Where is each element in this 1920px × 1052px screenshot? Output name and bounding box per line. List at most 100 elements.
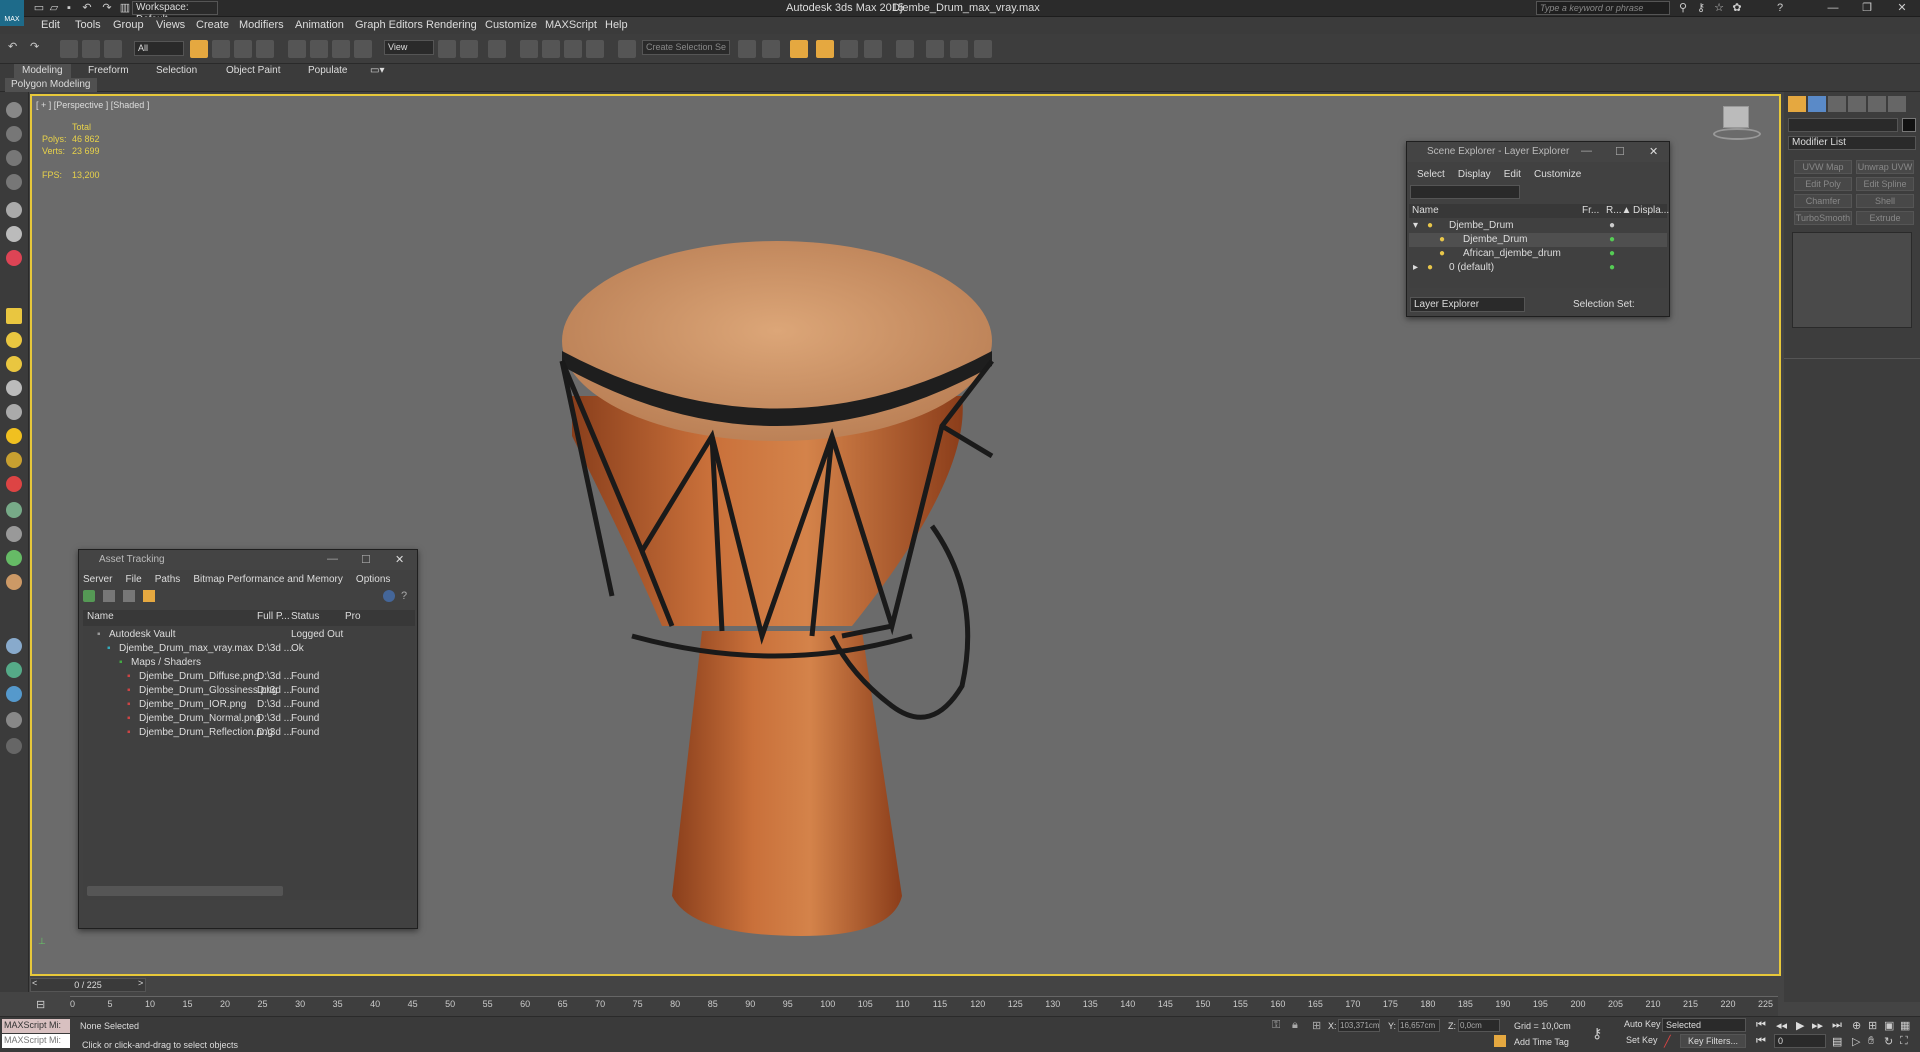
asset-tracking-minimize-icon[interactable]: —: [327, 553, 338, 565]
create-icon[interactable]: [6, 126, 22, 142]
star-icon[interactable]: ☆: [1712, 1, 1726, 15]
modifier-list-dropdown[interactable]: Modifier List: [1788, 136, 1916, 150]
unlink-icon[interactable]: [82, 40, 100, 58]
key-filters-button[interactable]: Key Filters...: [1680, 1034, 1746, 1048]
col-pro[interactable]: Pro: [345, 610, 361, 624]
explorer-type-dropdown[interactable]: Layer Explorer: [1410, 297, 1525, 312]
col-display[interactable]: Displa...: [1633, 204, 1669, 218]
tree-row[interactable]: ● African_djembe_drum ●: [1409, 247, 1667, 261]
menu-rendering[interactable]: Rendering: [426, 19, 477, 31]
turbosmooth-button[interactable]: TurboSmooth: [1794, 211, 1852, 225]
maxscript-listener[interactable]: MAXScript Mi:: [2, 1019, 70, 1033]
tab-modeling[interactable]: Modeling: [14, 64, 71, 78]
render-toggle-icon[interactable]: ●: [1609, 247, 1615, 261]
list-view-icon[interactable]: [103, 590, 115, 602]
tab-populate[interactable]: Populate: [300, 64, 355, 78]
menu-maxscript[interactable]: MAXScript: [545, 19, 597, 31]
time-config-icon[interactable]: ▤: [1832, 1035, 1842, 1048]
at-help-icon[interactable]: ?: [401, 590, 407, 602]
go-to-start-icon[interactable]: ⏮: [1756, 1019, 1766, 1032]
chamfer-button[interactable]: Chamfer: [1794, 194, 1852, 208]
open-file-icon[interactable]: ▱: [47, 1, 61, 15]
shell-button[interactable]: Shell: [1856, 194, 1914, 208]
col-status[interactable]: Status: [291, 610, 319, 624]
time-slider-next-icon[interactable]: >: [138, 978, 143, 988]
viewcube[interactable]: [1713, 106, 1761, 142]
tab-object-paint[interactable]: Object Paint: [218, 64, 288, 78]
add-time-tag[interactable]: Add Time Tag: [1514, 1037, 1569, 1047]
new-file-icon[interactable]: ▭: [32, 1, 46, 15]
maxscript-input[interactable]: MAXScript Mi:: [2, 1034, 70, 1048]
menu-help[interactable]: Help: [605, 19, 628, 31]
menu-create[interactable]: Create: [196, 19, 229, 31]
key-mode-icon[interactable]: ⏮: [1756, 1035, 1766, 1048]
render-setup-icon[interactable]: [926, 40, 944, 58]
asset-row[interactable]: ▪ Djembe_Drum_Glossiness.png D:\3d ... F…: [83, 684, 415, 698]
help-icon[interactable]: ?: [1773, 1, 1787, 15]
rendered-frame-icon[interactable]: [950, 40, 968, 58]
plant-icon[interactable]: [6, 550, 22, 566]
menu-edit[interactable]: Edit: [41, 19, 60, 31]
current-frame-field[interactable]: 0: [1774, 1034, 1826, 1048]
object-color-swatch[interactable]: [1902, 118, 1916, 132]
scene-explorer-maximize-icon[interactable]: ☐: [1615, 145, 1625, 158]
binoculars-icon[interactable]: ⚲: [1676, 1, 1690, 15]
prev-frame-icon[interactable]: ◂◂: [1776, 1019, 1787, 1032]
key-mode-dropdown[interactable]: Selected: [1662, 1018, 1746, 1032]
utilities-tab-icon[interactable]: [1888, 96, 1906, 112]
at-menu-server[interactable]: Server: [83, 574, 112, 585]
modify-icon[interactable]: [6, 150, 22, 166]
asset-row[interactable]: ▪ Maps / Shaders: [83, 656, 415, 670]
asset-row[interactable]: ▪ Autodesk Vault Logged Out ...: [83, 628, 415, 642]
bulb-icon[interactable]: ●: [1439, 233, 1445, 247]
spinner-snap-icon[interactable]: [586, 40, 604, 58]
play-icon[interactable]: ▶: [1796, 1019, 1804, 1032]
menu-modifiers[interactable]: Modifiers: [239, 19, 284, 31]
col-render[interactable]: R...▲: [1606, 204, 1631, 218]
save-icon[interactable]: ▪: [62, 1, 76, 15]
thumbnail-view-icon[interactable]: [123, 590, 135, 602]
pivot-center-icon[interactable]: [438, 40, 456, 58]
render-icon[interactable]: [6, 662, 22, 678]
zoom-extents-all-icon[interactable]: ▦: [1900, 1019, 1910, 1032]
hierarchy-tab-icon[interactable]: [1828, 96, 1846, 112]
lock-icon[interactable]: ⚿: [1272, 1019, 1280, 1032]
se-menu-select[interactable]: Select: [1417, 169, 1445, 180]
app-logo[interactable]: MAX: [0, 0, 24, 26]
expand-icon[interactable]: ▸: [1413, 261, 1418, 275]
rectangular-selection-icon[interactable]: [234, 40, 252, 58]
window-crossing-icon[interactable]: [256, 40, 274, 58]
workspace-dropdown[interactable]: Workspace: Default: [132, 1, 218, 25]
cylinder-icon[interactable]: [6, 356, 22, 372]
display-tab-icon[interactable]: [1868, 96, 1886, 112]
teapot-icon[interactable]: [6, 380, 22, 396]
manipulate-icon[interactable]: [460, 40, 478, 58]
object-name-field[interactable]: [1788, 118, 1898, 132]
tab-selection[interactable]: Selection: [148, 64, 205, 78]
scene-explorer-close-icon[interactable]: ✕: [1649, 145, 1658, 158]
edit-named-selection-icon[interactable]: [618, 40, 636, 58]
time-tag-icon[interactable]: [1494, 1035, 1506, 1047]
key-filter-icon[interactable]: ╱: [1664, 1035, 1671, 1048]
ribbon-toggle-icon[interactable]: [816, 40, 834, 58]
viewport-label[interactable]: [ + ] [Perspective ] [Shaded ]: [36, 100, 149, 110]
sphere-icon[interactable]: [6, 332, 22, 348]
motion-tab-icon[interactable]: [1848, 96, 1866, 112]
curve-editor-mini-icon[interactable]: ⊟: [36, 998, 45, 1011]
material-editor-icon[interactable]: [896, 40, 914, 58]
display-icon[interactable]: [6, 226, 22, 242]
mirror-icon[interactable]: [738, 40, 756, 58]
at-menu-bitmap[interactable]: Bitmap Performance and Memory: [193, 574, 343, 585]
percent-snap-icon[interactable]: [564, 40, 582, 58]
helper-icon[interactable]: [6, 476, 22, 492]
djembe-drum-model[interactable]: [512, 176, 1152, 1016]
motion-icon[interactable]: [6, 202, 22, 218]
camera-icon[interactable]: [6, 686, 22, 702]
extrude-button[interactable]: Extrude: [1856, 211, 1914, 225]
menu-views[interactable]: Views: [156, 19, 185, 31]
hierarchy-icon[interactable]: [6, 174, 22, 190]
hair-icon[interactable]: [6, 574, 22, 590]
placement-icon[interactable]: [354, 40, 372, 58]
asset-tracking-maximize-icon[interactable]: ☐: [361, 553, 371, 566]
col-name[interactable]: Name: [87, 610, 114, 624]
